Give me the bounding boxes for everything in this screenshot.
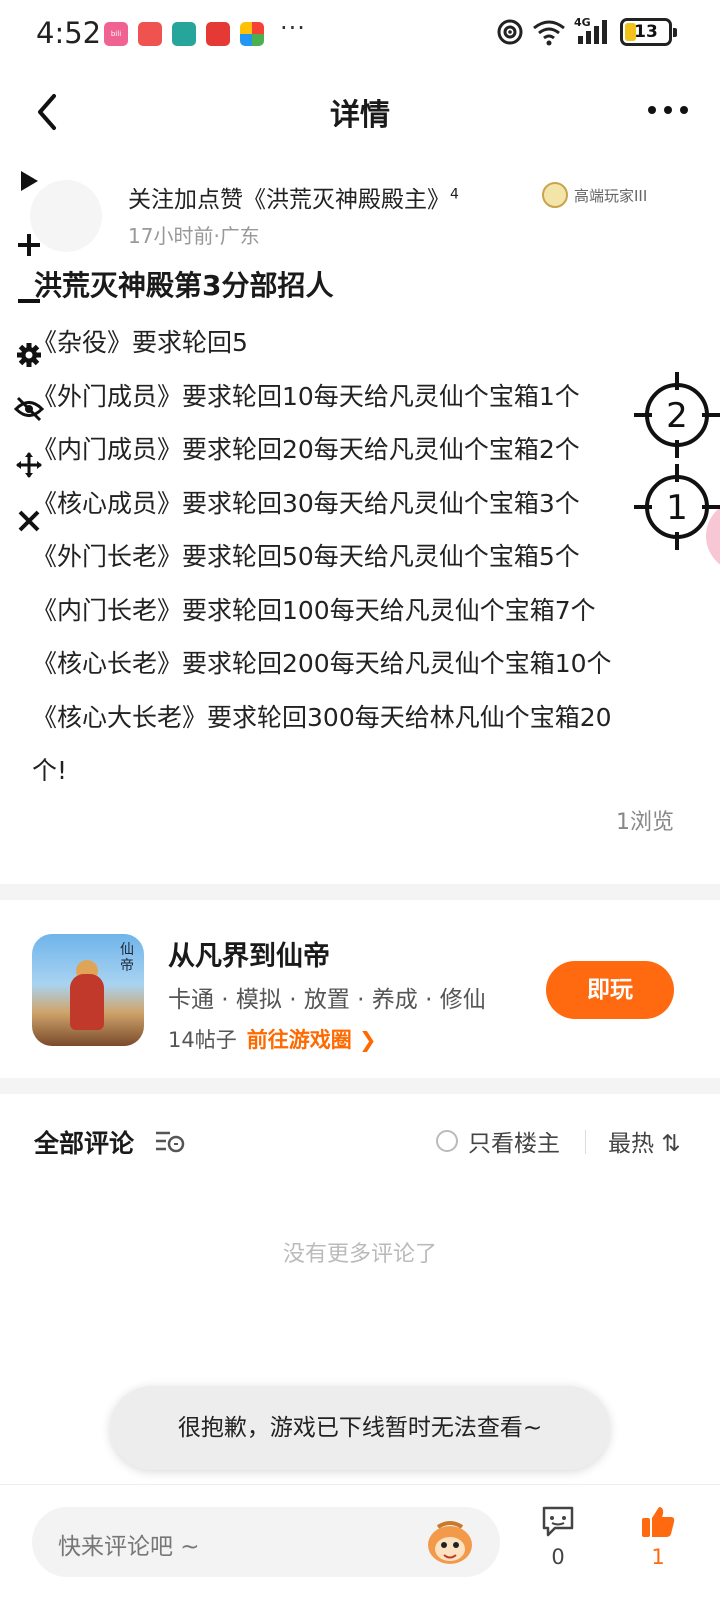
add-icon[interactable] [14, 230, 44, 260]
status-bar: 4:52 bili ··· 4G 13 [0, 0, 720, 70]
game-name[interactable]: 从凡界到仙帝 [168, 934, 330, 973]
post-meta: 17小时前·广东 [128, 224, 260, 248]
nav-bar: 详情 [0, 70, 720, 154]
comments-header: 全部评论 只看楼主 最热 ⇅ [0, 1094, 720, 1186]
hide-eye-icon[interactable] [14, 394, 44, 424]
bilibili-icon: bili [104, 22, 128, 46]
game-post-count: 14帖子 [168, 1028, 237, 1052]
more-options-icon[interactable] [644, 92, 692, 128]
shop-app-icon [138, 22, 162, 46]
like-count: 1 [651, 1545, 665, 1569]
badge-label: 高端玩家III [574, 186, 648, 205]
like-action[interactable]: 1 [628, 1505, 688, 1569]
hotspot-icon [497, 19, 523, 45]
game-circle-link[interactable]: 前往游戏圈 ❯ [247, 1028, 377, 1052]
post-line: 《杂役》要求轮回5 [32, 328, 248, 357]
tool-app-icon [172, 22, 196, 46]
network-type: 4G [574, 16, 591, 29]
post-line: 《内门长老》要求轮回100每天给凡灵仙个宝箱7个 [32, 595, 596, 625]
move-arrows-icon[interactable] [14, 450, 44, 480]
notification-app-icons: bili [104, 22, 264, 46]
post-header: 关注加点赞《洪荒灭神殿殿主》4 高端玩家III 17小时前·广东 [30, 174, 700, 254]
page-title: 详情 [330, 98, 390, 133]
no-more-comments: 没有更多评论了 [282, 1242, 437, 1267]
comment-count: 0 [551, 1545, 565, 1569]
remove-icon[interactable] [14, 286, 44, 316]
only-host-label: 只看楼主 [468, 1131, 560, 1157]
target-number: 2 [666, 396, 688, 436]
red-app-icon [206, 22, 230, 46]
section-divider [0, 884, 720, 900]
game-post-info: 14帖子 前往游戏圈 ❯ [168, 1024, 377, 1054]
post-line: 《内门成员》要求轮回20每天给凡灵仙个宝箱2个 [32, 435, 580, 464]
wifi-icon [533, 20, 565, 46]
settings-gear-icon[interactable] [14, 340, 44, 370]
sort-toggle[interactable]: 最热 ⇅ [608, 1124, 681, 1158]
game-icon-calligraphy: 仙帝 [120, 942, 134, 974]
comment-input[interactable]: 快来评论吧 ~ [32, 1507, 500, 1577]
comment-placeholder: 快来评论吧 ~ [58, 1534, 200, 1560]
section-divider [0, 1078, 720, 1094]
cellular-signal-icon: 4G [574, 16, 612, 46]
post-line: 个! [32, 756, 68, 785]
user-level-badge: 高端玩家III [542, 182, 647, 208]
post-line: 《外门长老》要求轮回50每天给凡灵仙个宝箱5个 [32, 542, 580, 571]
post-line: 《外门成员》要求轮回10每天给凡灵仙个宝箱1个 [32, 381, 580, 411]
status-time: 4:52 [36, 16, 102, 50]
post-line: 《核心长老》要求轮回200每天给凡灵仙个宝箱10个 [32, 649, 612, 678]
filter-icon[interactable] [154, 1128, 186, 1154]
play-icon[interactable] [14, 166, 44, 196]
monkey-mascot-icon[interactable] [424, 1517, 476, 1567]
battery-icon: 13 [620, 18, 677, 46]
toast-message: 很抱歉，游戏已下线暂时无法查看~ [110, 1386, 610, 1470]
only-host-toggle[interactable]: 只看楼主 [436, 1124, 560, 1158]
badge-icon [542, 182, 568, 208]
author-superscript: 4 [450, 186, 459, 203]
radio-icon[interactable] [436, 1130, 458, 1152]
close-icon[interactable] [14, 506, 44, 536]
status-indicators: 4G 13 [496, 16, 677, 46]
post-body: 《杂役》要求轮回5 《外门成员》要求轮回10每天给凡灵仙个宝箱1个 《内门成员》… [32, 316, 692, 798]
comments-title: 全部评论 [34, 1129, 135, 1158]
play-button[interactable]: 即玩 [546, 961, 674, 1019]
comment-action[interactable]: 0 [528, 1505, 588, 1569]
thumbs-up-icon [642, 1507, 675, 1537]
more-notifications-icon: ··· [280, 14, 306, 42]
post-line: 《核心大长老》要求轮回300每天给林凡仙个宝箱20 [32, 702, 612, 732]
game-tags: 卡通 · 模拟 · 放置 · 养成 · 修仙 [168, 987, 486, 1013]
post-line: 《核心成员》要求轮回30每天给凡灵仙个宝箱3个 [32, 488, 580, 518]
game-icon[interactable]: 仙帝 [32, 934, 144, 1046]
crosshair-target-1[interactable]: 1 [634, 464, 720, 550]
author-name[interactable]: 关注加点赞《洪荒灭神殿殿主》4 [128, 180, 459, 214]
battery-level: 13 [634, 22, 658, 42]
divider [585, 1130, 586, 1154]
target-number: 1 [666, 488, 688, 528]
pinwheel-app-icon [240, 22, 264, 46]
bottom-bar: 快来评论吧 ~ 0 1 [0, 1484, 720, 1600]
post-title: 洪荒灭神殿第3分部招人 [34, 269, 334, 302]
crosshair-target-2[interactable]: 2 [634, 372, 720, 458]
comment-bubble-icon [542, 1506, 574, 1537]
game-card[interactable]: 仙帝 从凡界到仙帝 卡通 · 模拟 · 放置 · 养成 · 修仙 14帖子 前往游… [0, 900, 720, 1078]
view-count: 1浏览 [616, 810, 674, 835]
